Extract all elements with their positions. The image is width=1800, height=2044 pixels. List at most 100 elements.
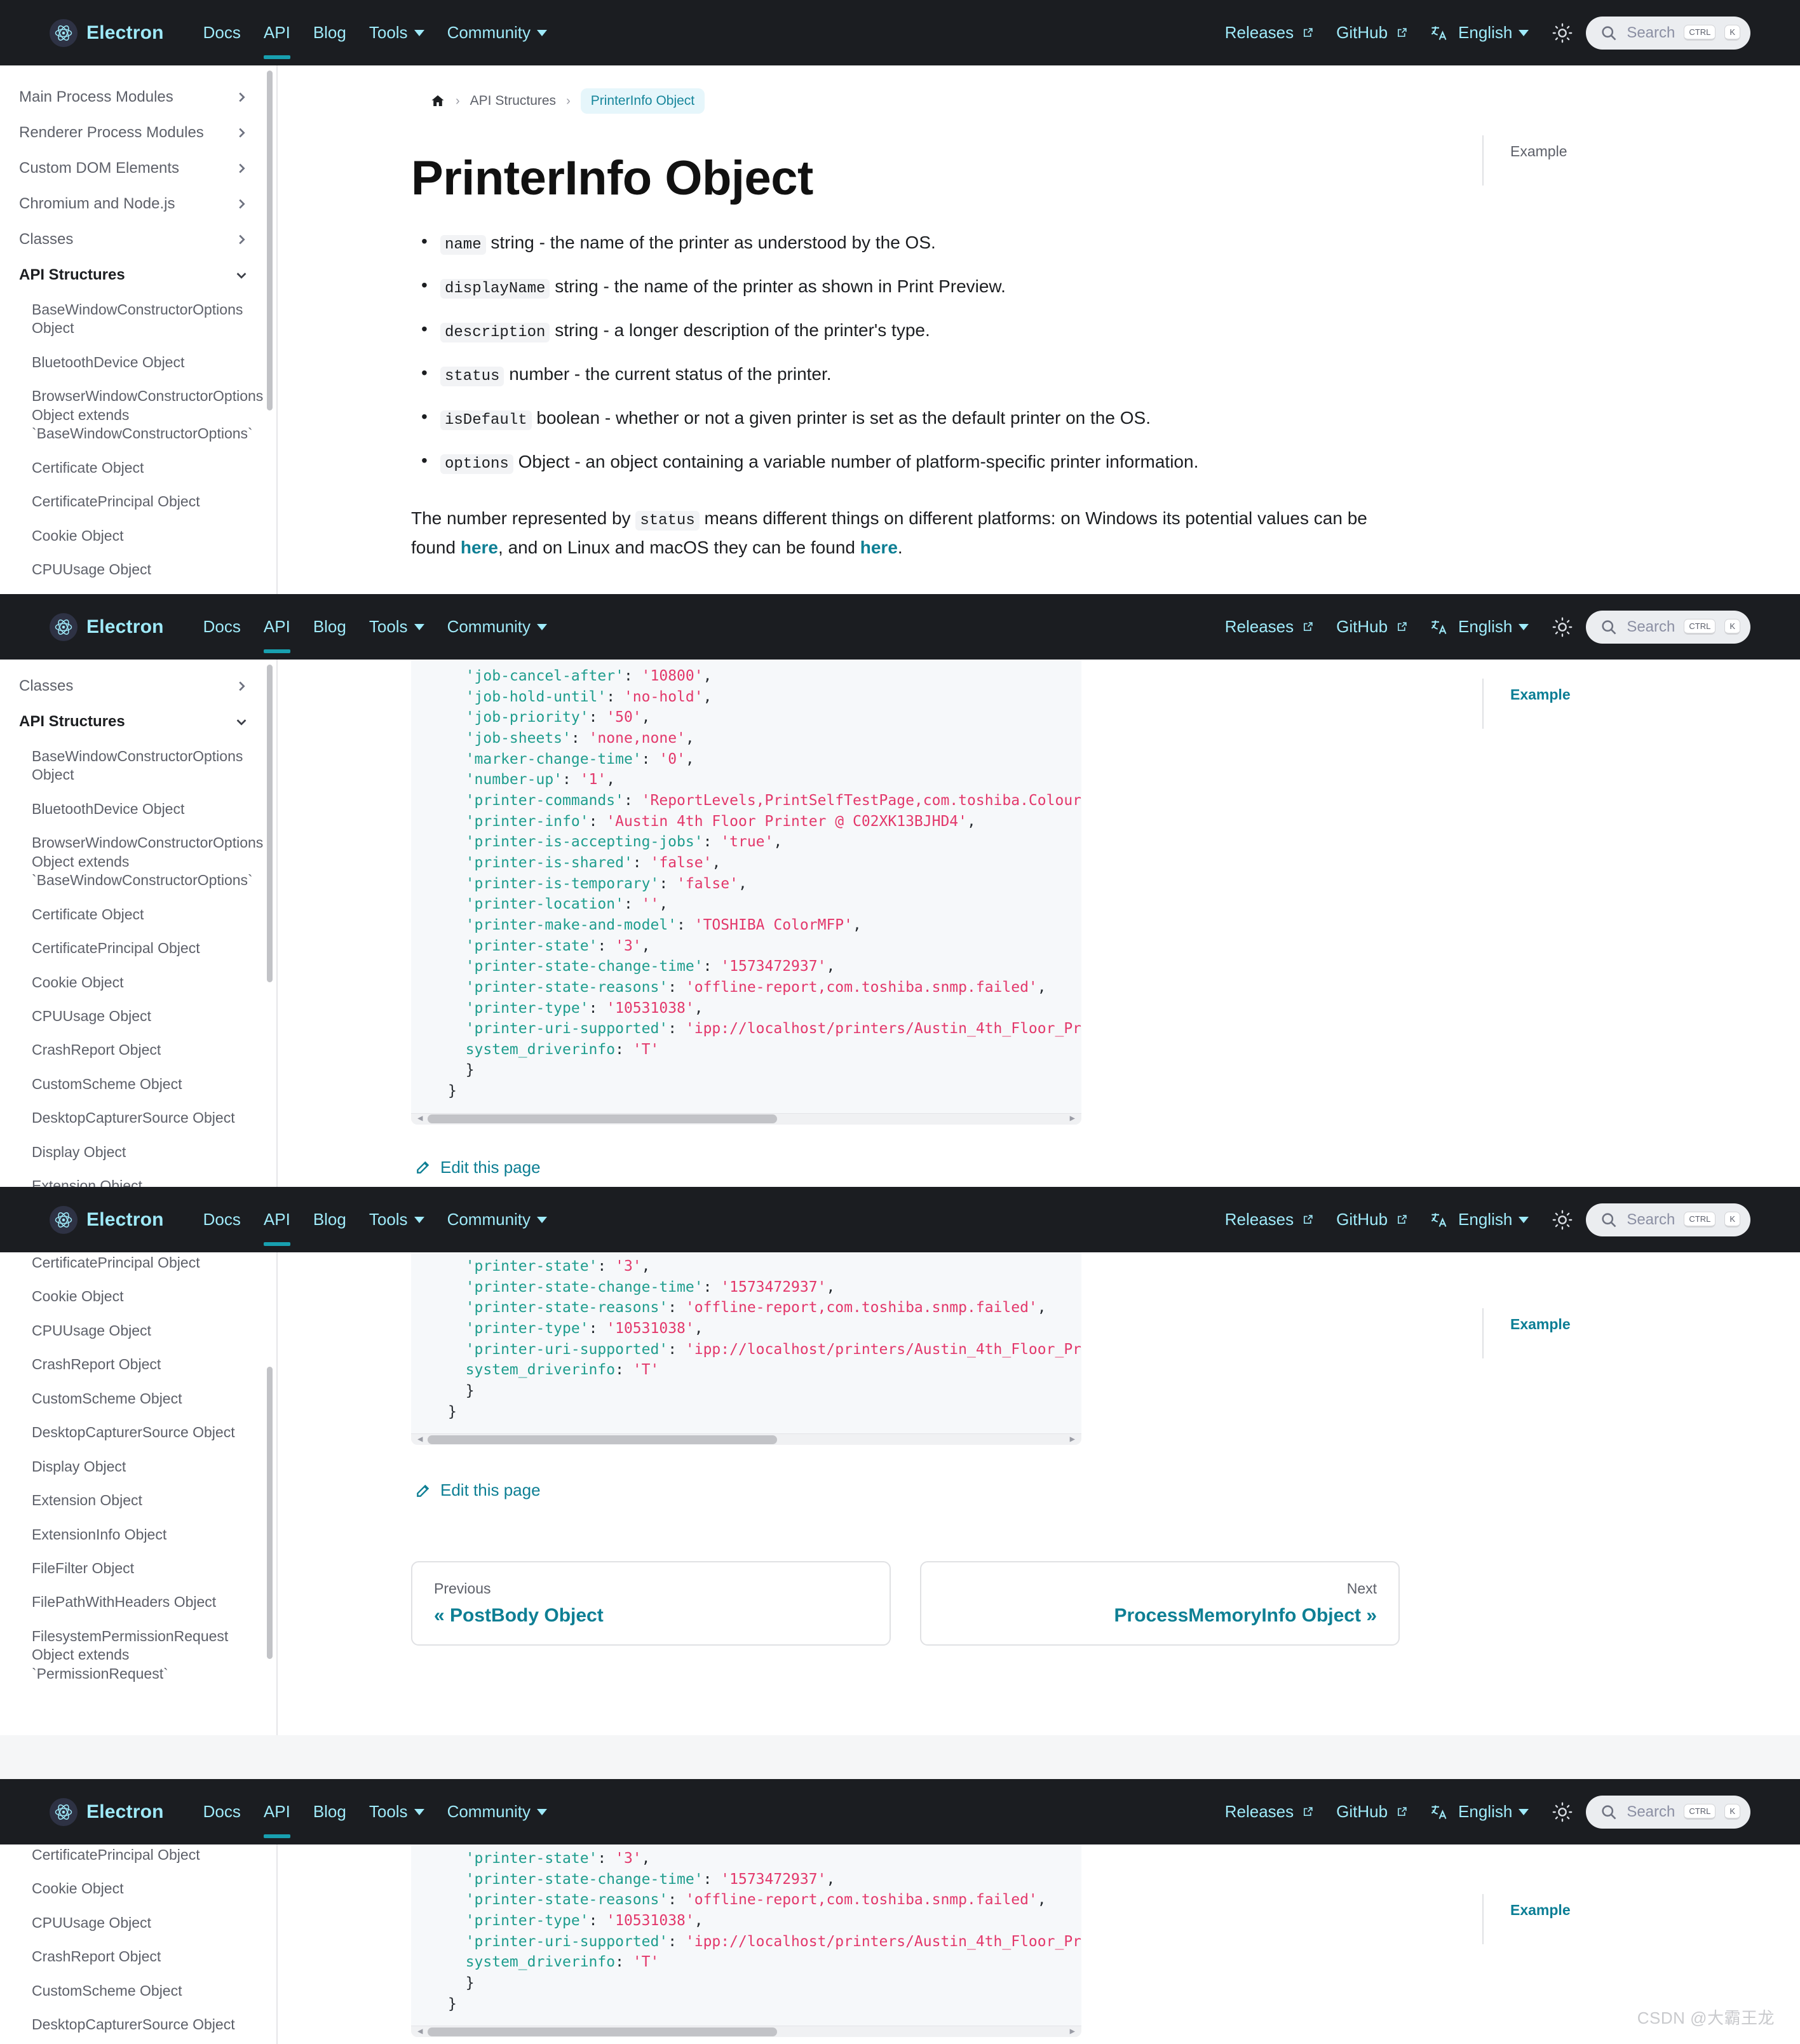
sidebar-item-cpuusage[interactable]: CPUUsage Object xyxy=(0,1906,276,1940)
nav-link-blog[interactable]: Blog xyxy=(302,617,358,637)
sidebar-group-chromium-and-nodejs[interactable]: Chromium and Node.js xyxy=(0,186,276,222)
search-input[interactable]: Search CTRL K xyxy=(1586,1203,1750,1236)
sidebar-item-crashreport[interactable]: CrashReport Object xyxy=(0,1940,276,1973)
here-link-linux-macos[interactable]: here xyxy=(860,538,898,557)
brand-home-link[interactable]: Electron xyxy=(50,613,164,641)
sidebar-item-display[interactable]: Display Object xyxy=(0,1450,276,1484)
sidebar-item-browserwindowconstructoroptions[interactable]: BrowserWindowConstructorOptions Object e… xyxy=(0,379,276,450)
edit-this-page-link[interactable]: Edit this page xyxy=(440,1480,541,1500)
sidebar-item-display[interactable]: Display Object xyxy=(0,1135,276,1169)
search-input[interactable]: Search CTRL K xyxy=(1586,1795,1750,1829)
here-link-windows[interactable]: here xyxy=(461,538,498,557)
sidebar-item-extensioninfo[interactable]: ExtensionInfo Object xyxy=(0,1518,276,1552)
sidebar-item-customscheme[interactable]: CustomScheme Object xyxy=(0,1974,276,2008)
nav-link-language[interactable]: English xyxy=(1419,23,1540,43)
sidebar-item-crashreport[interactable]: CrashReport Object xyxy=(0,1348,276,1381)
breadcrumb-item-api-structures[interactable]: API Structures xyxy=(470,93,556,109)
brand-home-link[interactable]: Electron xyxy=(50,1205,164,1234)
nav-link-github[interactable]: GitHub xyxy=(1325,23,1419,43)
sidebar-item-basewindowconstructoroptions[interactable]: BaseWindowConstructorOptions Object xyxy=(0,740,276,792)
brand-home-link[interactable]: Electron xyxy=(50,1797,164,1826)
scroll-right-arrow[interactable]: ▶ xyxy=(1070,2027,1075,2036)
scrollbar-thumb[interactable] xyxy=(428,1435,778,1444)
sidebar-item-cookie[interactable]: Cookie Object xyxy=(0,966,276,999)
sidebar-item-certificateprincipal[interactable]: CertificatePrincipal Object xyxy=(0,931,276,965)
sidebar-item-filesystempermissionrequest[interactable]: FilesystemPermissionRequest Object exten… xyxy=(0,1620,276,1691)
nav-link-releases[interactable]: Releases xyxy=(1214,617,1325,637)
sidebar-group-classes[interactable]: Classes xyxy=(0,668,276,704)
sidebar-item-certificateprincipal[interactable]: CertificatePrincipal Object xyxy=(0,1252,276,1280)
sidebar-item-certificateprincipal[interactable]: CertificatePrincipal Object xyxy=(0,485,276,518)
sidebar-item-filefilter[interactable]: FileFilter Object xyxy=(0,1552,276,1585)
brand-home-link[interactable]: Electron xyxy=(50,18,164,47)
sidebar-group-classes[interactable]: Classes xyxy=(0,222,276,257)
sidebar-group-custom-dom-elements[interactable]: Custom DOM Elements xyxy=(0,151,276,186)
sidebar-item-bluetoothdevice[interactable]: BluetoothDevice Object xyxy=(0,792,276,826)
edit-this-page-link[interactable]: Edit this page xyxy=(440,1158,541,1177)
nav-link-docs[interactable]: Docs xyxy=(192,1802,252,1822)
sidebar-group-renderer-process-modules[interactable]: Renderer Process Modules xyxy=(0,115,276,151)
nav-link-api[interactable]: API xyxy=(252,617,302,653)
scroll-right-arrow[interactable]: ▶ xyxy=(1070,1114,1075,1123)
scroll-left-arrow[interactable]: ◀ xyxy=(417,1435,423,1444)
next-page-link[interactable]: Next ProcessMemoryInfo Object » xyxy=(920,1561,1400,1646)
sidebar-item-display[interactable]: Display Object xyxy=(0,2042,276,2044)
sidebar-group-api-structures[interactable]: API Structures xyxy=(0,257,276,293)
nav-link-releases[interactable]: Releases xyxy=(1214,23,1325,43)
nav-link-tools[interactable]: Tools xyxy=(358,1210,436,1229)
nav-link-api[interactable]: API xyxy=(252,1210,302,1246)
nav-link-tools[interactable]: Tools xyxy=(358,1802,436,1822)
sidebar-scrollbar[interactable] xyxy=(267,71,273,410)
sidebar-item-crashreport[interactable]: CrashReport Object xyxy=(0,586,276,594)
nav-link-language[interactable]: English xyxy=(1419,1802,1540,1822)
previous-page-link[interactable]: Previous « PostBody Object xyxy=(411,1561,891,1646)
nav-link-docs[interactable]: Docs xyxy=(192,1210,252,1229)
nav-link-api[interactable]: API xyxy=(252,1802,302,1838)
sidebar-scrollbar[interactable] xyxy=(267,665,273,982)
sidebar-item-certificate[interactable]: Certificate Object xyxy=(0,898,276,931)
nav-link-blog[interactable]: Blog xyxy=(302,1210,358,1229)
nav-link-language[interactable]: English xyxy=(1419,617,1540,637)
nav-link-community[interactable]: Community xyxy=(436,1210,558,1229)
scrollbar-thumb[interactable] xyxy=(428,2027,778,2036)
nav-link-github[interactable]: GitHub xyxy=(1325,1210,1419,1229)
code-horizontal-scrollbar[interactable]: ◀ ▶ xyxy=(411,1113,1081,1125)
sidebar-item-cookie[interactable]: Cookie Object xyxy=(0,519,276,553)
home-icon[interactable] xyxy=(430,93,445,109)
scroll-left-arrow[interactable]: ◀ xyxy=(417,2027,423,2036)
sidebar-item-extension[interactable]: Extension Object xyxy=(0,1169,276,1187)
code-block-text[interactable]: 'printer-state': '3', 'printer-state-cha… xyxy=(411,1837,1081,2026)
sidebar-item-desktopcapturersource[interactable]: DesktopCapturerSource Object xyxy=(0,1416,276,1449)
nav-link-docs[interactable]: Docs xyxy=(192,23,252,43)
nav-link-community[interactable]: Community xyxy=(436,617,558,637)
sidebar-item-basewindowconstructoroptions[interactable]: BaseWindowConstructorOptions Object xyxy=(0,293,276,346)
nav-link-releases[interactable]: Releases xyxy=(1214,1210,1325,1229)
toc-link-example[interactable]: Example xyxy=(1510,686,1571,703)
code-horizontal-scrollbar[interactable]: ◀ ▶ xyxy=(411,1433,1081,1445)
sidebar-item-cookie[interactable]: Cookie Object xyxy=(0,1280,276,1313)
sidebar-item-customscheme[interactable]: CustomScheme Object xyxy=(0,1382,276,1416)
nav-link-github[interactable]: GitHub xyxy=(1325,1802,1419,1822)
sidebar-group-api-structures[interactable]: API Structures xyxy=(0,704,276,740)
toc-link-example[interactable]: Example xyxy=(1510,1316,1571,1332)
sidebar-item-crashreport[interactable]: CrashReport Object xyxy=(0,1033,276,1067)
sidebar-item-cpuusage[interactable]: CPUUsage Object xyxy=(0,1314,276,1348)
sidebar-item-customscheme[interactable]: CustomScheme Object xyxy=(0,1067,276,1101)
search-input[interactable]: Search CTRL K xyxy=(1586,610,1750,644)
nav-link-community[interactable]: Community xyxy=(436,1802,558,1822)
sidebar-scrollbar[interactable] xyxy=(267,1367,273,1659)
nav-link-blog[interactable]: Blog xyxy=(302,23,358,43)
nav-link-tools[interactable]: Tools xyxy=(358,23,436,43)
theme-toggle-button[interactable] xyxy=(1552,1209,1573,1231)
scrollbar-thumb[interactable] xyxy=(428,1114,778,1124)
nav-link-docs[interactable]: Docs xyxy=(192,617,252,637)
nav-link-community[interactable]: Community xyxy=(436,23,558,43)
sidebar-group-main-process-modules[interactable]: Main Process Modules xyxy=(0,79,276,115)
sidebar-item-filepathwithheaders[interactable]: FilePathWithHeaders Object xyxy=(0,1585,276,1619)
nav-link-language[interactable]: English xyxy=(1419,1210,1540,1229)
scroll-right-arrow[interactable]: ▶ xyxy=(1070,1435,1075,1444)
search-input[interactable]: Search CTRL K xyxy=(1586,16,1750,50)
sidebar-item-extension[interactable]: Extension Object xyxy=(0,1484,276,1517)
toc-link-example[interactable]: Example xyxy=(1510,1902,1571,1918)
code-horizontal-scrollbar[interactable]: ◀ ▶ xyxy=(411,2026,1081,2038)
